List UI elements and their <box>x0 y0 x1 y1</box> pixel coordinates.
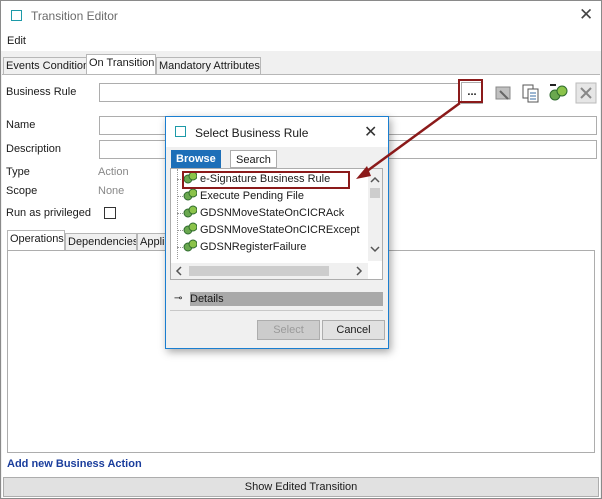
annotation-arrow <box>356 101 461 179</box>
